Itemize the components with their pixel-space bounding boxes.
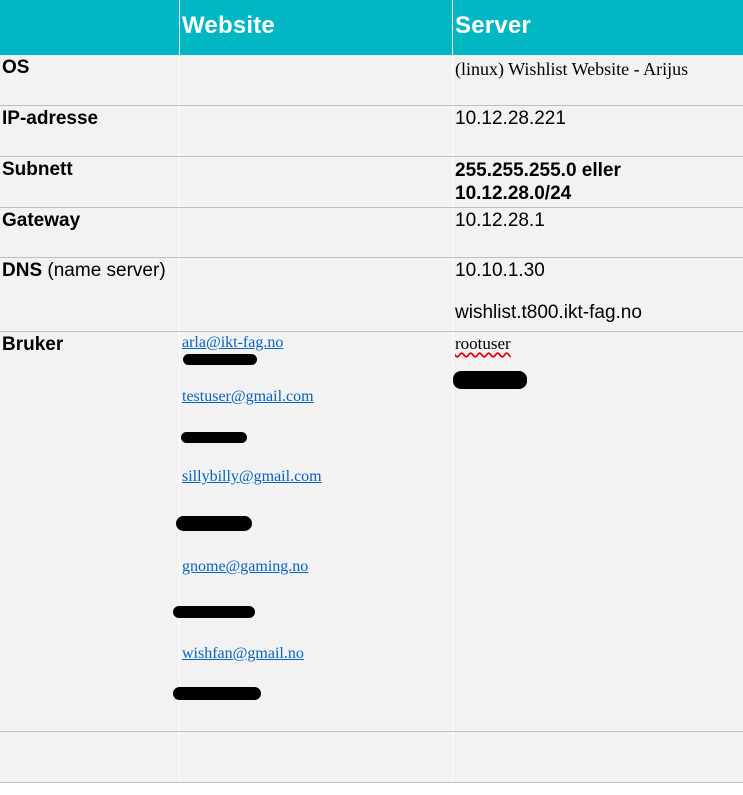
ip-website-value <box>179 106 452 156</box>
row-label-user: Bruker <box>2 334 64 355</box>
row-label-dns: DNS (name server) <box>0 258 179 331</box>
redacted-password <box>453 371 527 389</box>
subnet-mask: 255.255.255.0 eller <box>455 160 621 181</box>
table-row-dns: DNS (name server) 10.10.1.30 wishlist.t8… <box>0 258 743 332</box>
header-website: Website <box>179 0 452 55</box>
dns-label-bold: DNS <box>2 260 43 281</box>
redacted-password <box>183 354 257 365</box>
email-link[interactable]: testuser@gmail.com <box>182 388 450 406</box>
redacted-password <box>181 432 247 443</box>
empty-cell <box>452 732 743 782</box>
server-username: rootuser <box>455 334 511 353</box>
network-info-table: Website Server OS (linux) Wishlist Websi… <box>0 0 743 783</box>
os-website-value <box>179 55 452 105</box>
subnet-website-value <box>179 157 452 207</box>
gateway-website-value <box>179 208 452 257</box>
ip-server-value: 10.12.28.221 <box>452 106 743 156</box>
redacted-password <box>173 687 261 700</box>
row-label-subnet: Subnett <box>2 159 73 180</box>
row-label-gateway: Gateway <box>2 210 81 231</box>
table-row-ip: IP-adresse 10.12.28.221 <box>0 106 743 157</box>
empty-cell <box>179 732 452 782</box>
table-row-user: Bruker arla@ikt-fag.no testuser@gmail.co… <box>0 332 743 732</box>
dns-website-value <box>179 258 452 331</box>
os-server-value: (linux) Wishlist Website - Arijus <box>452 55 743 105</box>
email-link[interactable]: gnome@gaming.no <box>182 558 450 576</box>
user-server-account: rootuser <box>452 332 743 731</box>
email-link[interactable]: sillybilly@gmail.com <box>182 468 450 486</box>
header-server: Server <box>452 0 743 55</box>
redacted-password <box>173 606 255 618</box>
dns-server-value: 10.10.1.30 wishlist.t800.ikt-fag.no <box>452 258 743 331</box>
row-label-ip: IP-adresse <box>2 108 99 129</box>
email-link[interactable]: wishfan@gmail.no <box>182 645 450 663</box>
redacted-password <box>176 516 252 531</box>
subnet-server-value: 255.255.255.0 eller 10.12.28.0/24 <box>452 157 743 207</box>
user-website-accounts: arla@ikt-fag.no testuser@gmail.com silly… <box>173 332 452 731</box>
dns-server-hostname: wishlist.t800.ikt-fag.no <box>455 302 642 323</box>
dns-server-ip: 10.10.1.30 <box>455 260 545 281</box>
email-link[interactable]: arla@ikt-fag.no <box>182 334 450 352</box>
gateway-server-value: 10.12.28.1 <box>452 208 743 257</box>
empty-cell <box>0 732 179 782</box>
dns-label-normal: (name server) <box>47 260 166 281</box>
subnet-cidr: 10.12.28.0/24 <box>455 183 572 204</box>
table-row-os: OS (linux) Wishlist Website - Arijus <box>0 55 743 106</box>
header-blank <box>0 0 179 55</box>
table-row-empty <box>0 732 743 783</box>
table-row-subnet: Subnett 255.255.255.0 eller 10.12.28.0/2… <box>0 157 743 208</box>
row-label-os: OS <box>2 57 30 78</box>
table-header-row: Website Server <box>0 0 743 55</box>
table-row-gateway: Gateway 10.12.28.1 <box>0 208 743 258</box>
